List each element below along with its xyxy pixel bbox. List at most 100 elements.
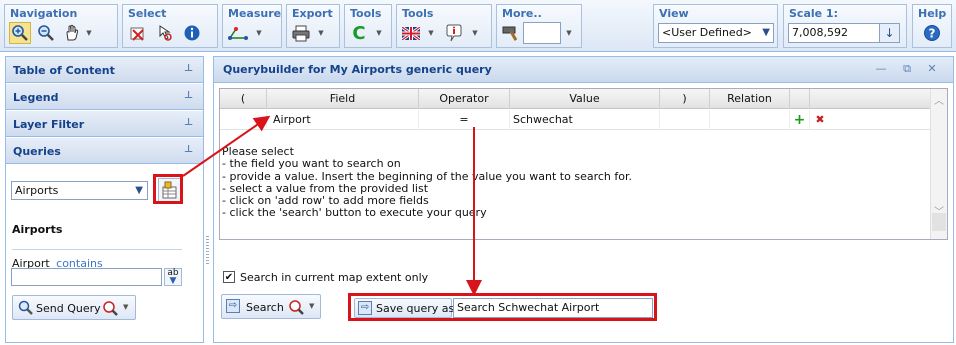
- remove-row-button[interactable]: ✖: [810, 110, 830, 130]
- minimize-icon[interactable]: —: [873, 61, 889, 77]
- hammer-tool-button[interactable]: [500, 22, 522, 44]
- main-toolbar: Navigation ▼ Select Measure ▼ Export ▼ T…: [0, 0, 956, 52]
- uk-flag-icon: [402, 26, 420, 40]
- clear-selection-icon: [130, 27, 144, 41]
- accordion-table-of-content[interactable]: Table of Content ⊥: [6, 57, 203, 83]
- measure-dropdown-arrow[interactable]: ▼: [255, 27, 263, 39]
- clear-selection-button[interactable]: [127, 22, 149, 44]
- hammer-icon: [502, 26, 518, 41]
- highlight-save-query: [348, 293, 657, 321]
- querybuilder-title: Querybuilder for My Airports generic que…: [223, 63, 492, 76]
- export-dropdown-arrow[interactable]: ▼: [317, 27, 325, 39]
- select-features-button[interactable]: [153, 22, 175, 44]
- help-group-title: Help: [918, 7, 947, 20]
- cell-close-paren[interactable]: [660, 110, 710, 130]
- accordion-label: Queries: [13, 145, 61, 158]
- col-close-paren[interactable]: ): [660, 89, 710, 109]
- close-icon[interactable]: ✕: [924, 61, 940, 77]
- info-button[interactable]: [181, 22, 203, 44]
- print-button[interactable]: [290, 22, 312, 44]
- language-button[interactable]: [400, 22, 422, 44]
- accordion-label: Legend: [13, 91, 59, 104]
- send-query-dropdown-arrow[interactable]: ▼: [123, 303, 128, 311]
- pin-icon[interactable]: ⊥: [184, 144, 193, 155]
- col-value[interactable]: Value: [510, 89, 660, 109]
- col-operator[interactable]: Operator: [419, 89, 510, 109]
- measure-group-title: Measure: [228, 7, 282, 20]
- zoom-out-button[interactable]: [35, 22, 57, 44]
- plus-icon: +: [793, 112, 806, 128]
- navigation-group-title: Navigation: [10, 7, 78, 20]
- grid-header: ( Field Operator Value ) Relation: [220, 89, 930, 109]
- more-input[interactable]: [523, 22, 561, 44]
- scale-value: 7,008,592: [792, 26, 848, 39]
- vertical-scrollbar[interactable]: ︿ ﹀: [930, 89, 947, 239]
- help-button[interactable]: ?: [921, 22, 943, 44]
- accordion-queries[interactable]: Queries ⊥: [6, 138, 203, 164]
- ab-picker-icon: ab ▼: [167, 268, 179, 286]
- select-group: Select: [122, 4, 218, 48]
- info-icon: [184, 25, 200, 41]
- view-select-value: <User Defined>: [662, 26, 752, 39]
- cell-open-paren[interactable]: [220, 110, 267, 130]
- view-group: View <User Defined> ▼: [653, 4, 778, 48]
- help-tip-dropdown-arrow[interactable]: ▼: [471, 27, 479, 39]
- extent-checkbox[interactable]: ✔: [223, 271, 235, 283]
- col-field[interactable]: Field: [267, 89, 419, 109]
- scale-input[interactable]: 7,008,592 ↓: [788, 23, 900, 43]
- value-picker-button[interactable]: ab ▼: [164, 268, 182, 286]
- refresh-button[interactable]: C: [348, 22, 370, 44]
- help-group: Help ?: [912, 4, 952, 48]
- pan-button[interactable]: [61, 22, 83, 44]
- language-dropdown-arrow[interactable]: ▼: [427, 27, 435, 39]
- scroll-up-icon[interactable]: ︿: [934, 92, 944, 107]
- pin-icon[interactable]: ⊥: [184, 63, 193, 74]
- view-select[interactable]: <User Defined> ▼: [658, 23, 774, 43]
- accordion-label: Table of Content: [13, 64, 115, 77]
- cell-value[interactable]: Schwechat: [510, 110, 660, 130]
- pin-icon[interactable]: ⊥: [184, 90, 193, 101]
- zoom-in-icon: [12, 25, 28, 41]
- col-open-paren[interactable]: (: [220, 89, 267, 109]
- search-dropdown-arrow[interactable]: ▼: [309, 302, 314, 310]
- extent-checkbox-label: Search in current map extent only: [240, 271, 429, 284]
- send-query-button[interactable]: Send Query ▼: [12, 295, 136, 320]
- query-title: Airports: [12, 223, 63, 236]
- more-dropdown-arrow[interactable]: ▼: [565, 27, 573, 39]
- cell-operator[interactable]: =: [419, 110, 510, 130]
- layer-select[interactable]: Airports ▼: [11, 181, 148, 200]
- pan-dropdown-arrow[interactable]: ▼: [85, 27, 93, 39]
- select-features-icon: [159, 25, 172, 41]
- search-button[interactable]: ⇨ Search ▼: [221, 294, 321, 319]
- measure-group: Measure ▼: [222, 4, 282, 48]
- measure-button[interactable]: [227, 22, 249, 44]
- airport-field-input[interactable]: [11, 268, 162, 286]
- querybuilder-header: Querybuilder for My Airports generic que…: [214, 57, 953, 83]
- search-label: Search: [246, 301, 284, 314]
- more-group: More.. ▼: [496, 4, 582, 48]
- maximize-icon[interactable]: ⧉: [899, 61, 915, 77]
- help-tip-button[interactable]: [443, 22, 465, 44]
- highlight-querybuilder-button: [153, 174, 183, 204]
- chevron-down-icon: ▼: [135, 185, 143, 196]
- scale-apply-button[interactable]: ↓: [879, 24, 899, 42]
- cell-relation[interactable]: [710, 110, 790, 130]
- hand-icon: [66, 24, 79, 41]
- col-add: [790, 89, 810, 109]
- cell-field[interactable]: Airport: [267, 110, 419, 130]
- accordion-layer-filter[interactable]: Layer Filter ⊥: [6, 111, 203, 137]
- pin-icon[interactable]: ⊥: [184, 117, 193, 128]
- col-relation[interactable]: Relation: [710, 89, 790, 109]
- zoom-in-button[interactable]: [9, 22, 31, 44]
- zoom-to-result-icon: [103, 301, 118, 316]
- panel-splitter[interactable]: [206, 236, 209, 266]
- add-row-button[interactable]: +: [790, 110, 810, 130]
- tools-group-2-title: Tools: [402, 7, 434, 20]
- col-remove: [810, 89, 930, 109]
- tools-1-dropdown-arrow[interactable]: ▼: [375, 27, 383, 39]
- accordion-legend[interactable]: Legend ⊥: [6, 84, 203, 110]
- instructions-text: Please select - the field you want to se…: [222, 145, 632, 220]
- info-balloon-icon: [446, 24, 462, 42]
- scrollbar-thumb[interactable]: [932, 213, 946, 231]
- svg-text:?: ?: [929, 27, 936, 41]
